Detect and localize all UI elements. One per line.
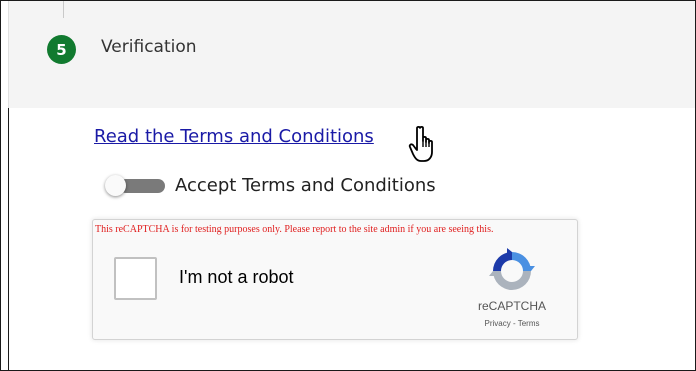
recaptcha-widget: This reCAPTCHA is for testing purposes o…: [92, 219, 578, 340]
hand-pointer-icon: [408, 125, 433, 162]
privacy-link[interactable]: Privacy: [485, 319, 511, 328]
terms-and-conditions-link[interactable]: Read the Terms and Conditions: [94, 126, 374, 147]
not-a-robot-checkbox[interactable]: [114, 257, 157, 300]
not-a-robot-label: I'm not a robot: [179, 267, 294, 287]
recaptcha-logo-icon: [489, 248, 535, 290]
accept-terms-toggle[interactable]: [105, 175, 165, 196]
step-title: Verification: [101, 37, 197, 57]
recaptcha-terms-link[interactable]: Terms: [518, 319, 540, 328]
verification-panel: 5 Verification Read the Terms and Condit…: [0, 0, 696, 371]
step-header: 5 Verification: [8, 1, 695, 108]
toggle-knob: [105, 175, 126, 196]
section-left-border: [8, 108, 9, 370]
step-number-badge: 5: [47, 35, 76, 64]
recaptcha-test-warning: This reCAPTCHA is for testing purposes o…: [95, 224, 494, 235]
recaptcha-links: Privacy - Terms: [453, 319, 571, 328]
links-separator: -: [512, 319, 516, 328]
recaptcha-brand-label: reCAPTCHA: [477, 299, 546, 313]
accept-terms-label: Accept Terms and Conditions: [175, 175, 436, 196]
step-connector-line: [63, 1, 64, 18]
